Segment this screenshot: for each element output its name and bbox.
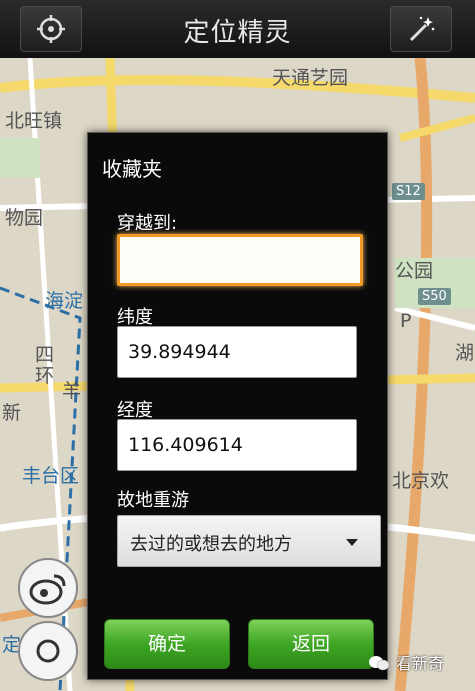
latitude-input[interactable] (117, 326, 357, 378)
favorites-dialog: 收藏夹 穿越到: 纬度 经度 故地重游 去过的或想去的地方 确定 返回 (87, 132, 388, 680)
map-label: 环 (35, 365, 55, 387)
wechat-icon (368, 654, 390, 676)
weibo-share-button[interactable] (18, 558, 78, 618)
map-label: 北旺镇 (5, 110, 63, 132)
road-badge: S12 (392, 183, 425, 200)
map-label: 丰台区 (22, 465, 80, 487)
map-label: 新 (2, 402, 22, 424)
watermark: 看新奇 (368, 650, 444, 676)
confirm-button[interactable]: 确定 (104, 619, 230, 669)
road-badge: S50 (418, 288, 451, 305)
revisit-select[interactable]: 去过的或想去的地方 (117, 515, 381, 567)
revisit-label: 故地重游 (117, 490, 189, 511)
map-label: 天通艺园 (272, 67, 349, 89)
magic-button[interactable] (390, 6, 452, 52)
goto-input[interactable] (117, 234, 363, 286)
goto-label: 穿越到: (117, 213, 178, 234)
back-button[interactable]: 返回 (248, 619, 374, 669)
map-label: P (400, 310, 412, 332)
map-tool-icon (36, 639, 60, 663)
longitude-input[interactable] (117, 419, 357, 471)
map-label: 湖 (455, 342, 475, 364)
weibo-icon (29, 574, 66, 605)
dropdown-arrow-icon (346, 539, 358, 546)
revisit-selected-value: 去过的或想去的地方 (130, 534, 292, 555)
map-label: 公园 (395, 260, 434, 282)
map-tool-button[interactable] (18, 621, 78, 681)
map-label: 北京欢 (392, 470, 450, 492)
map-label: 物园 (5, 207, 44, 229)
dialog-title: 收藏夹 (102, 157, 162, 181)
title-bar: 定位精灵 (0, 0, 475, 59)
watermark-text: 看新奇 (396, 654, 445, 673)
map-label: 海淀 (45, 290, 84, 312)
magic-wand-icon (409, 16, 435, 42)
map-label: 羊 (62, 380, 82, 402)
